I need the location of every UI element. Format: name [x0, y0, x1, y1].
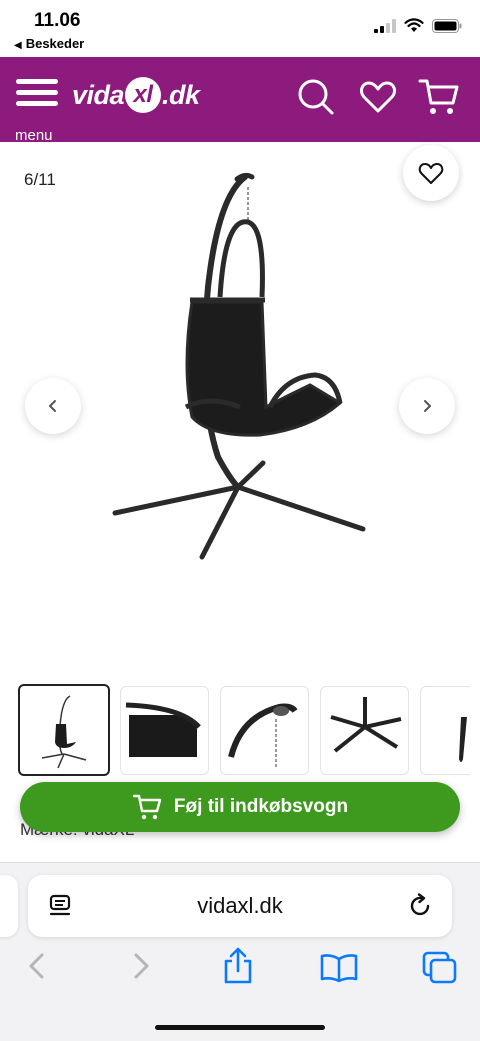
- next-image-button[interactable]: [399, 378, 455, 434]
- url-text: vidaxl.dk: [197, 893, 283, 918]
- thumbnail-5[interactable]: [420, 686, 470, 775]
- hamburger-bar: [16, 90, 58, 95]
- vidaxl-logo[interactable]: vida xl .dk: [72, 75, 200, 115]
- back-triangle-icon: ◀: [14, 40, 22, 51]
- chevron-right-icon: [424, 400, 431, 412]
- hamburger-bar: [16, 101, 58, 106]
- status-bar: 11.06 ◀ Beskeder: [0, 0, 480, 57]
- previous-image-button[interactable]: [25, 378, 81, 434]
- signal-icon: [374, 18, 396, 33]
- reload-icon[interactable]: [408, 893, 434, 919]
- cart-icon[interactable]: [418, 77, 460, 117]
- back-app-label: Beskeder: [25, 36, 85, 51]
- share-icon[interactable]: [222, 947, 254, 985]
- search-icon[interactable]: [296, 77, 336, 117]
- address-bar[interactable]: vidaxl.dk: [28, 875, 452, 937]
- heart-icon[interactable]: [358, 77, 398, 117]
- hamburger-icon: [16, 79, 58, 84]
- logo-text-left: vida: [72, 79, 125, 110]
- product-gallery: 6/11: [0, 142, 480, 672]
- logo-mark: xl: [125, 77, 162, 113]
- add-to-wishlist-button[interactable]: [403, 145, 459, 201]
- menu-button[interactable]: menu: [14, 75, 62, 144]
- cart-icon: [132, 794, 162, 820]
- add-to-cart-button[interactable]: Føj til indkøbsvogn: [20, 782, 460, 832]
- status-icons: [374, 18, 462, 33]
- forward-icon[interactable]: [130, 951, 152, 981]
- status-time: 11.06: [34, 10, 81, 31]
- logo-text-right: .dk: [162, 79, 200, 110]
- heart-outline-icon: [418, 163, 444, 184]
- browser-toolbar: vidaxl.dk: [0, 862, 480, 1041]
- bookmarks-icon[interactable]: [320, 953, 358, 983]
- back-icon[interactable]: [26, 951, 48, 981]
- thumbnail-1[interactable]: [18, 684, 110, 776]
- tabs-icon[interactable]: [422, 951, 458, 985]
- wifi-icon: [404, 18, 424, 32]
- home-indicator: [155, 1025, 325, 1030]
- back-to-app-link[interactable]: ◀ Beskeder: [14, 36, 84, 51]
- thumbnail-4[interactable]: [320, 686, 409, 775]
- add-to-cart-label: Føj til indkøbsvogn: [173, 796, 349, 817]
- battery-icon: [432, 18, 462, 33]
- previous-tab-preview[interactable]: [0, 875, 18, 937]
- thumbnail-2[interactable]: [120, 686, 209, 775]
- site-header: menu vida xl .dk: [0, 57, 480, 144]
- product-main-image[interactable]: [100, 167, 380, 567]
- thumbnail-3[interactable]: [220, 686, 309, 775]
- image-counter: 6/11: [24, 170, 56, 189]
- chevron-left-icon: [49, 400, 56, 412]
- thumbnail-strip: [0, 684, 470, 778]
